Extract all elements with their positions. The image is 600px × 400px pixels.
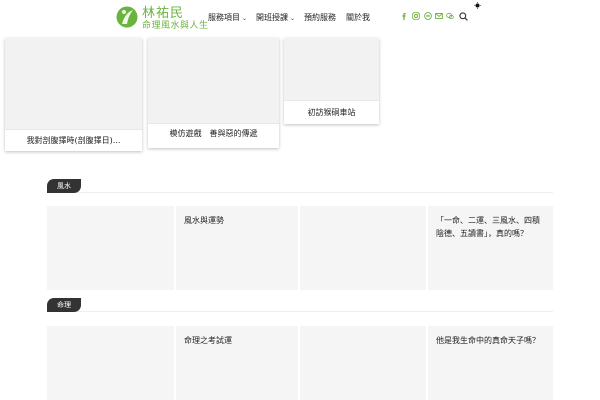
post-card[interactable]: 我對剖腹擇時(剖腹擇日)... — [5, 38, 142, 151]
nav-item-label: 服務項目 — [208, 13, 240, 22]
category-tag-fortune[interactable]: 命理 — [47, 298, 81, 312]
post-title: 初訪猴硐車站 — [284, 100, 379, 124]
nav-item-services[interactable]: 服務項目 ⌄ — [208, 12, 247, 23]
post-tile-title: 他是我生命中的真命天子嗎？ — [436, 336, 540, 345]
nav-item-about[interactable]: 關於我 — [346, 12, 370, 23]
post-thumbnail — [148, 38, 279, 123]
post-tile[interactable] — [300, 206, 426, 290]
section-divider — [47, 192, 553, 193]
post-tile[interactable] — [300, 326, 426, 400]
post-tile[interactable] — [47, 326, 174, 400]
nav-item-classes[interactable]: 開班授課 ⌄ — [256, 12, 295, 23]
nav-item-label: 預約服務 — [304, 13, 336, 22]
mail-icon[interactable] — [435, 12, 443, 20]
post-card[interactable]: 模仿遊戲 善與惡的傳遞 — [148, 38, 279, 148]
site-logo[interactable]: 林祐民 命理風水與人生 — [116, 3, 208, 33]
site-header: 林祐民 命理風水與人生 服務項目 ⌄ 開班授課 ⌄ 預約服務 關於我 — [0, 0, 600, 36]
post-thumbnail — [284, 38, 379, 100]
post-thumbnail — [5, 38, 142, 129]
chevron-down-icon: ⌄ — [242, 15, 248, 22]
post-tile-title: 「一命、二運、三風水、四積陰德、五讀書」，真的嗎？ — [436, 216, 540, 238]
nav-item-booking[interactable]: 預約服務 — [304, 12, 336, 23]
line-icon[interactable] — [424, 12, 432, 20]
section-divider — [47, 311, 553, 312]
post-tile[interactable]: 他是我生命中的真命天子嗎？ — [428, 326, 553, 400]
post-tile[interactable]: 「一命、二運、三風水、四積陰德、五讀書」，真的嗎？ — [428, 206, 553, 290]
wechat-icon[interactable] — [446, 12, 454, 20]
post-tile-title: 命理之考試運 — [184, 336, 232, 345]
post-title: 我對剖腹擇時(剖腹擇日)... — [5, 129, 142, 151]
brand-tagline: 命理風水與人生 — [142, 21, 209, 31]
post-title: 模仿遊戲 善與惡的傳遞 — [148, 123, 279, 143]
nav-item-label: 關於我 — [346, 13, 370, 22]
post-tile[interactable]: 命理之考試運 — [176, 326, 298, 400]
post-tile-title: 風水與運勢 — [184, 216, 224, 225]
theme-toggle-icon[interactable] — [474, 2, 481, 9]
post-tile[interactable] — [47, 206, 174, 290]
nav-item-label: 開班授課 — [256, 13, 288, 22]
instagram-icon[interactable] — [412, 12, 420, 20]
chevron-down-icon: ⌄ — [290, 15, 296, 22]
search-icon[interactable] — [459, 12, 468, 21]
logo-leaf-icon — [116, 6, 138, 28]
post-tile[interactable]: 風水與運勢 — [176, 206, 298, 290]
post-card[interactable]: 初訪猴硐車站 — [284, 38, 379, 124]
category-tag-fengshui[interactable]: 風水 — [47, 179, 81, 193]
facebook-icon[interactable] — [400, 12, 408, 20]
